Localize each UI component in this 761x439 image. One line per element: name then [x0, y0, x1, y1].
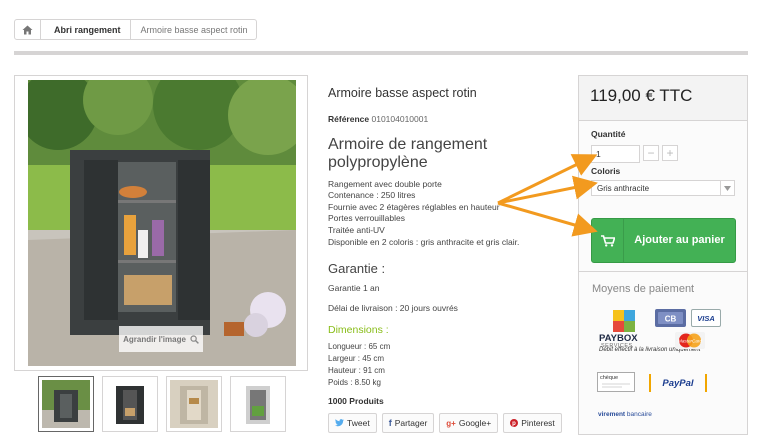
warranty-title: Garantie :	[328, 261, 386, 277]
thumbnail-2[interactable]	[102, 376, 158, 432]
facebook-label: Partager	[394, 418, 428, 428]
tweet-label: Tweet	[347, 418, 370, 428]
reference-value: 010104010001	[371, 114, 429, 124]
cheque-icon: chèque	[597, 372, 635, 392]
add-to-cart-button[interactable]: Ajouter au panier	[591, 218, 736, 263]
pinterest-button[interactable]: p Pinterest	[503, 413, 562, 433]
description-line: Rangement avec double porte	[328, 178, 442, 189]
facebook-icon: f	[388, 418, 392, 428]
enlarge-label: Agrandir l'image	[123, 334, 186, 344]
add-to-cart-label: Ajouter au panier	[634, 233, 725, 246]
color-select[interactable]: Gris anthracite	[591, 180, 735, 196]
enlarge-image-button[interactable]: Agrandir l'image	[119, 326, 203, 352]
dimension-line: Hauteur : 91 cm	[328, 366, 385, 376]
bancaire-label: bancaire	[626, 411, 652, 418]
quantity-label: Quantité	[591, 129, 626, 139]
tweet-button[interactable]: Tweet	[328, 413, 377, 433]
paypal-logo: PayPal	[649, 374, 707, 392]
facebook-share-button[interactable]: f Partager	[381, 413, 435, 433]
product-info: Armoire basse aspect rotin Référence 010…	[328, 86, 563, 406]
bank-transfer-logo: virement bancaire	[598, 411, 652, 418]
breadcrumb-current: Armoire basse aspect rotin	[140, 24, 248, 35]
description-line: Portes verrouillables	[328, 213, 406, 224]
color-select-value: Gris anthracite	[597, 183, 650, 193]
buy-box: 119,00 € TTC Quantité 1 − + Coloris Gris…	[578, 75, 748, 435]
search-icon	[190, 334, 199, 344]
dimensions-list: Longueur : 65 cm Largeur : 45 cm Hauteur…	[328, 341, 563, 389]
price: 119,00 € TTC	[579, 76, 747, 121]
header-divider	[14, 51, 748, 55]
google-plus-button[interactable]: g+ Google+	[439, 413, 499, 433]
share-buttons: Tweet f Partager g+ Google+ p Pinterest	[328, 413, 562, 433]
quantity-minus-button[interactable]: −	[643, 145, 659, 161]
warranty-text: Garantie 1 an	[328, 283, 380, 294]
virement-label: virement	[598, 411, 626, 418]
breadcrumb-home[interactable]	[15, 20, 41, 39]
product-title: Armoire basse aspect rotin	[328, 86, 477, 100]
thumbnail-1[interactable]	[38, 376, 94, 432]
product-heading: Armoire de rangement polypropylène	[328, 136, 488, 172]
home-icon	[22, 25, 33, 34]
description-line: Traitée anti-UV	[328, 224, 385, 235]
mastercard-label: MasterCard	[678, 339, 702, 344]
mastercard-icon: MasterCard	[675, 332, 705, 349]
color-label: Coloris	[591, 166, 621, 176]
product-photo	[28, 80, 296, 366]
payment-divider	[579, 271, 747, 272]
quantity-input[interactable]: 1	[591, 145, 640, 163]
cart-icon	[592, 219, 624, 262]
product-reference: Référence 010104010001	[328, 114, 563, 124]
svg-text:CB: CB	[665, 315, 677, 324]
breadcrumb: Abri rangement Armoire basse aspect roti…	[14, 19, 257, 40]
payment-methods-title: Moyens de paiement	[592, 283, 695, 295]
quantity-plus-button[interactable]: +	[662, 145, 678, 161]
visa-card-icon: VISA	[691, 309, 721, 327]
description-line: Contenance : 250 litres	[328, 190, 416, 201]
reference-label: Référence	[328, 114, 370, 124]
delivery-text: Délai de livraison : 20 jours ouvrés	[328, 303, 458, 314]
product-main-image[interactable]: Agrandir l'image	[14, 75, 308, 371]
pinterest-icon: p	[510, 419, 519, 427]
twitter-icon	[335, 419, 344, 427]
thumbnail-3[interactable]	[166, 376, 222, 432]
dimensions-title: Dimensions :	[328, 324, 389, 337]
product-description: Rangement avec double porte Contenance :…	[328, 179, 563, 248]
google-plus-icon: g+	[446, 418, 456, 428]
google-plus-label: Google+	[458, 418, 492, 428]
dimension-line: Poids : 8.50 kg	[328, 378, 381, 388]
description-line: Disponible en 2 coloris : gris anthracit…	[328, 236, 520, 247]
thumbnail-list	[38, 376, 286, 432]
svg-text:p: p	[512, 421, 516, 427]
description-line: Fournie avec 2 étagères réglables en hau…	[328, 201, 500, 212]
pinterest-label: Pinterest	[521, 418, 555, 428]
breadcrumb-category[interactable]: Abri rangement	[41, 20, 131, 39]
chevron-down-icon	[720, 181, 734, 195]
paybox-logo: PAYBOX SERVICES	[599, 310, 651, 351]
thumbnail-4[interactable]	[230, 376, 286, 432]
stock-count: 1000 Produits	[328, 396, 384, 407]
dimension-line: Longueur : 65 cm	[328, 342, 391, 352]
cb-card-icon: CB	[655, 309, 686, 327]
dimension-line: Largeur : 45 cm	[328, 354, 385, 364]
